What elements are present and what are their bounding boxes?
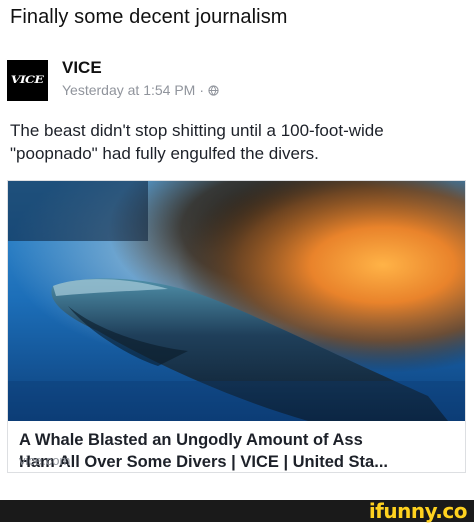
page-name-link[interactable]: VICE <box>62 58 102 78</box>
link-preview-card[interactable]: A Whale Blasted an Ungodly Amount of Ass… <box>7 180 466 473</box>
meme-caption: Finally some decent journalism <box>10 6 288 28</box>
link-title-line-2: Ham All Over Some Divers | VICE | United… <box>19 453 388 471</box>
post-text: The beast didn't stop shitting until a 1… <box>10 121 384 163</box>
link-preview-image[interactable] <box>8 181 465 421</box>
post-header: VICE VICE Yesterday at 1:54 PM · <box>7 58 467 102</box>
link-domain: vice.com <box>19 453 71 468</box>
link-title-line-1: A Whale Blasted an Ungodly Amount of Ass <box>19 431 363 449</box>
globe-icon <box>208 84 219 96</box>
post-meta: Yesterday at 1:54 PM · <box>62 82 219 98</box>
post-timestamp[interactable]: Yesterday at 1:54 PM <box>62 82 195 98</box>
meta-separator: · <box>199 82 205 98</box>
watermark-bar: ifunny.co <box>0 500 474 522</box>
ifunny-watermark: ifunny.co <box>368 499 468 523</box>
vice-logo: VICE <box>11 75 44 86</box>
link-title[interactable]: A Whale Blasted an Ungodly Amount of Ass… <box>19 429 459 473</box>
whale-photo <box>8 181 465 421</box>
page-avatar[interactable]: VICE <box>7 60 48 101</box>
